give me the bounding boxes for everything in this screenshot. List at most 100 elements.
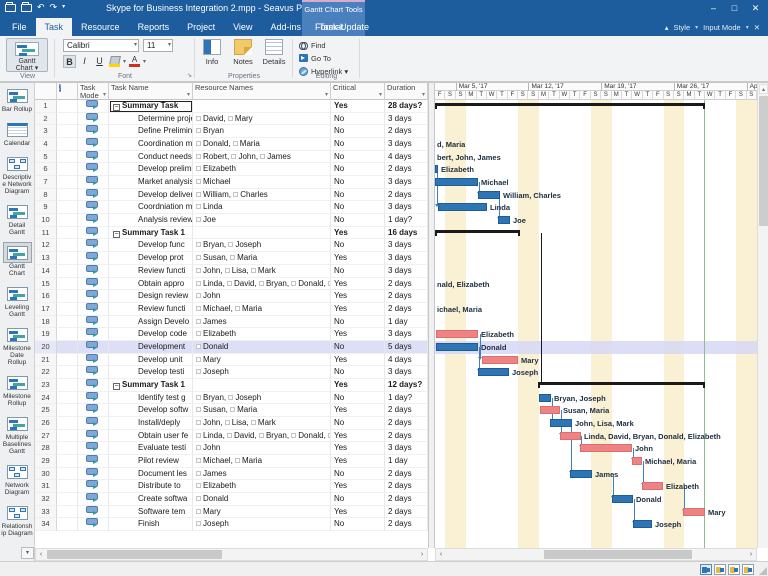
row-number[interactable]: 33 (35, 506, 57, 519)
task-name-cell[interactable]: Develop unit (109, 354, 193, 367)
table-row[interactable]: 16Design reviewJohnYes2 days (35, 290, 428, 303)
task-name-cell[interactable]: Finish (109, 518, 193, 531)
column-header-resource-names[interactable]: Resource Names▾ (193, 83, 331, 100)
table-row[interactable]: 34FinishJosephNo2 days (35, 518, 428, 531)
duration-cell[interactable]: 2 days (385, 518, 428, 531)
style-button[interactable]: Style (673, 23, 690, 32)
task-name-cell[interactable]: Market analysis (109, 176, 193, 189)
duration-cell[interactable]: 2 days (385, 189, 428, 202)
resource-names-cell[interactable]: Bryan, Joseph (193, 392, 331, 405)
row-number[interactable]: 21 (35, 354, 57, 367)
table-row[interactable]: 13Develop protSusan, MariaYes3 days (35, 252, 428, 265)
chart-horizontal-scrollbar[interactable]: ‹ › (435, 548, 757, 561)
task-name-cell[interactable]: Pilot review (109, 455, 193, 468)
duration-cell[interactable]: 1 day? (385, 392, 428, 405)
notes-button[interactable]: Notes (228, 39, 258, 66)
scroll-left-icon[interactable]: ‹ (36, 549, 46, 560)
critical-task-bar[interactable] (580, 444, 632, 452)
table-row[interactable]: 22Develop testiJosephNo3 days (35, 366, 428, 379)
resource-names-cell[interactable] (193, 227, 331, 240)
resource-names-cell[interactable]: Elizabeth (193, 328, 331, 341)
task-name-cell[interactable]: Develop testi (109, 366, 193, 379)
row-number[interactable]: 10 (35, 214, 57, 227)
summary-task-bar[interactable] (435, 230, 520, 233)
duration-cell[interactable]: 5 days (385, 341, 428, 354)
task-name-cell[interactable]: Assign Develo (109, 316, 193, 329)
critical-task-bar[interactable] (683, 508, 705, 516)
row-number[interactable]: 20 (35, 341, 57, 354)
row-number[interactable]: 22 (35, 366, 57, 379)
critical-cell[interactable]: No (331, 163, 385, 176)
table-row[interactable]: 3Define PreliminaBryanNo2 days (35, 125, 428, 138)
task-name-cell[interactable]: Determine proje (109, 113, 193, 126)
task-bar[interactable] (478, 368, 509, 376)
resource-names-cell[interactable]: Robert, John, James (193, 151, 331, 164)
goto-button[interactable]: Go To (299, 52, 331, 64)
gantt-chart-view-button[interactable]: GanttChart ▾ (6, 38, 48, 72)
duration-cell[interactable]: 16 days (385, 227, 428, 240)
task-name-cell[interactable]: Obtain appro (109, 278, 193, 291)
task-name-cell[interactable]: Evaluate testi (109, 442, 193, 455)
duration-cell[interactable]: 3 days (385, 176, 428, 189)
critical-cell[interactable]: No (331, 518, 385, 531)
row-number[interactable]: 14 (35, 265, 57, 278)
duration-cell[interactable]: 3 days (385, 113, 428, 126)
task-bar[interactable] (539, 394, 551, 402)
close-button[interactable]: ✕ (745, 0, 766, 16)
resource-names-cell[interactable]: John (193, 442, 331, 455)
task-name-cell[interactable]: Identify test g (109, 392, 193, 405)
critical-cell[interactable]: Yes (331, 442, 385, 455)
summary-task-bar[interactable] (435, 103, 705, 106)
duration-cell[interactable]: 2 days (385, 480, 428, 493)
chevron-down-icon[interactable]: ▾ (143, 58, 146, 65)
duration-cell[interactable]: 2 days (385, 125, 428, 138)
duration-cell[interactable]: 12 days? (385, 379, 428, 392)
scroll-right-icon[interactable]: › (417, 549, 427, 560)
duration-cell[interactable]: 2 days (385, 278, 428, 291)
critical-cell[interactable]: No (331, 392, 385, 405)
task-name-cell[interactable]: Conduct needs a (109, 151, 193, 164)
resource-names-cell[interactable]: Linda, David, Bryan, Donald, El (193, 430, 331, 443)
resource-names-cell[interactable] (193, 379, 331, 392)
team-planner-shortcut-icon[interactable] (728, 564, 740, 575)
task-name-cell[interactable]: Design review (109, 290, 193, 303)
table-row[interactable]: 2Determine projeDavid, MaryNo3 days (35, 113, 428, 126)
resource-names-cell[interactable]: Michael (193, 176, 331, 189)
resource-names-cell[interactable]: Joseph (193, 366, 331, 379)
table-row[interactable]: 24Identify test gBryan, JosephNo1 day? (35, 392, 428, 405)
task-bar[interactable] (435, 165, 438, 173)
table-row[interactable]: 4Coordination meDonald, MariaNo3 days (35, 138, 428, 151)
table-row[interactable]: 1−Summary TaskYes28 days? (35, 100, 428, 113)
font-size-combo[interactable]: 11▾ (143, 39, 173, 52)
row-number[interactable]: 3 (35, 125, 57, 138)
scroll-up-icon[interactable]: ▲ (759, 84, 768, 94)
critical-cell[interactable]: No (331, 138, 385, 151)
resource-names-cell[interactable]: Joseph (193, 518, 331, 531)
highlight-color-icon[interactable] (108, 55, 121, 68)
critical-cell[interactable]: Yes (331, 430, 385, 443)
table-row[interactable]: 7Market analysisMichaelNo3 days (35, 176, 428, 189)
table-row[interactable]: 15Obtain approLinda, David, Bryan, Donal… (35, 278, 428, 291)
table-row[interactable]: 12Develop funcBryan, JosephNo3 days (35, 239, 428, 252)
duration-cell[interactable]: 1 day (385, 316, 428, 329)
undo-icon[interactable]: ↶ (37, 3, 45, 12)
table-row[interactable]: 29Pilot reviewMichael, MariaYes1 day (35, 455, 428, 468)
critical-task-bar[interactable] (482, 356, 518, 364)
sidebar-item-multiple-baselines-gantt[interactable]: Multiple Baselines Gantt (0, 411, 34, 459)
maximize-button[interactable]: □ (724, 0, 745, 16)
tab-task[interactable]: Task (36, 18, 73, 36)
resource-names-cell[interactable]: Linda, David, Bryan, Donald, El (193, 278, 331, 291)
task-name-cell[interactable]: Develop delivery (109, 189, 193, 202)
task-name-cell[interactable]: −Summary Task (109, 100, 193, 113)
scroll-right-icon[interactable]: › (746, 549, 756, 560)
task-name-cell[interactable]: Install/deply (109, 417, 193, 430)
duration-cell[interactable]: 3 days (385, 366, 428, 379)
underline-button[interactable]: U (93, 55, 106, 68)
info-button[interactable]: Info (197, 39, 227, 66)
column-header-task-name[interactable]: Task Name▾ (109, 83, 193, 100)
sidebar-item-detail-gantt[interactable]: Detail Gantt (0, 199, 34, 240)
resource-names-cell[interactable]: William, Charles (193, 189, 331, 202)
resource-names-cell[interactable]: Mary (193, 354, 331, 367)
bold-button[interactable]: B (63, 55, 76, 68)
collapse-icon[interactable]: − (113, 231, 120, 238)
